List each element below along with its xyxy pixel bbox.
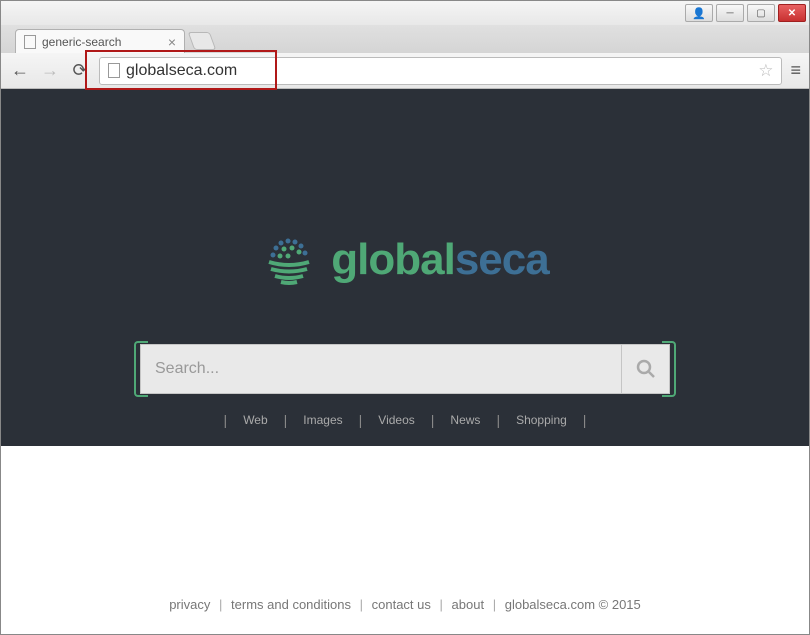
logo-part-2: seca (455, 235, 549, 284)
nav-link-videos[interactable]: Videos (362, 413, 430, 427)
logo-text: globalseca (331, 235, 548, 285)
search-container (140, 344, 670, 394)
footer-separator: | (440, 597, 443, 612)
footer-link-terms[interactable]: terms and conditions (231, 597, 351, 612)
footer-copyright: globalseca.com © 2015 (505, 597, 641, 612)
window-close-button[interactable]: ✕ (778, 4, 806, 22)
bookmark-star-icon[interactable]: ☆ (758, 61, 773, 81)
nav-link-images[interactable]: Images (287, 413, 358, 427)
browser-menu-button[interactable]: ≡ (790, 60, 801, 81)
logo-part-1: global (331, 235, 455, 284)
globe-icon (261, 232, 317, 288)
footer-links: privacy | terms and conditions | contact… (169, 597, 641, 612)
footer-separator: | (360, 597, 363, 612)
user-icon: 👤 (692, 7, 706, 20)
file-icon (24, 35, 36, 49)
bracket-right-icon (662, 341, 676, 397)
footer-separator: | (493, 597, 496, 612)
search-category-nav: | Web | Images | Videos | News | Shoppin… (224, 412, 587, 428)
browser-tabstrip: generic-search × (1, 25, 809, 53)
hero-section: globalseca | Web | Images | Vide (1, 89, 809, 446)
window-maximize-button[interactable]: ▢ (747, 4, 775, 22)
window-minimize-button[interactable]: ─ (716, 4, 744, 22)
forward-button[interactable]: → (39, 60, 61, 81)
search-icon (636, 359, 656, 379)
address-bar[interactable]: ☆ (99, 57, 782, 85)
maximize-icon: ▢ (756, 8, 765, 19)
back-button[interactable]: ← (9, 60, 31, 81)
nav-link-web[interactable]: Web (227, 413, 283, 427)
bracket-left-icon (134, 341, 148, 397)
minimize-icon: ─ (726, 8, 733, 19)
search-box (140, 344, 670, 394)
reload-button[interactable]: ⟳ (69, 60, 91, 81)
browser-toolbar: ← → ⟳ ☆ ≡ (1, 53, 809, 89)
tab-close-button[interactable]: × (168, 34, 176, 50)
search-input[interactable] (141, 345, 621, 393)
new-tab-button[interactable] (188, 32, 217, 50)
footer-link-contact[interactable]: contact us (372, 597, 431, 612)
page-content: globalseca | Web | Images | Vide (1, 89, 809, 634)
nav-link-shopping[interactable]: Shopping (500, 413, 583, 427)
nav-separator: | (583, 412, 587, 428)
address-input[interactable] (126, 62, 752, 80)
window-user-button[interactable]: 👤 (685, 4, 713, 22)
nav-link-news[interactable]: News (434, 413, 496, 427)
footer-link-about[interactable]: about (452, 597, 485, 612)
site-logo: globalseca (261, 232, 548, 288)
window-titlebar: 👤 ─ ▢ ✕ (1, 1, 809, 25)
page-icon (108, 63, 120, 78)
footer-separator: | (219, 597, 222, 612)
close-icon: ✕ (788, 8, 796, 19)
footer-link-privacy[interactable]: privacy (169, 597, 210, 612)
page-footer: privacy | terms and conditions | contact… (1, 446, 809, 634)
tab-title: generic-search (42, 35, 121, 49)
browser-tab[interactable]: generic-search × (15, 29, 185, 53)
